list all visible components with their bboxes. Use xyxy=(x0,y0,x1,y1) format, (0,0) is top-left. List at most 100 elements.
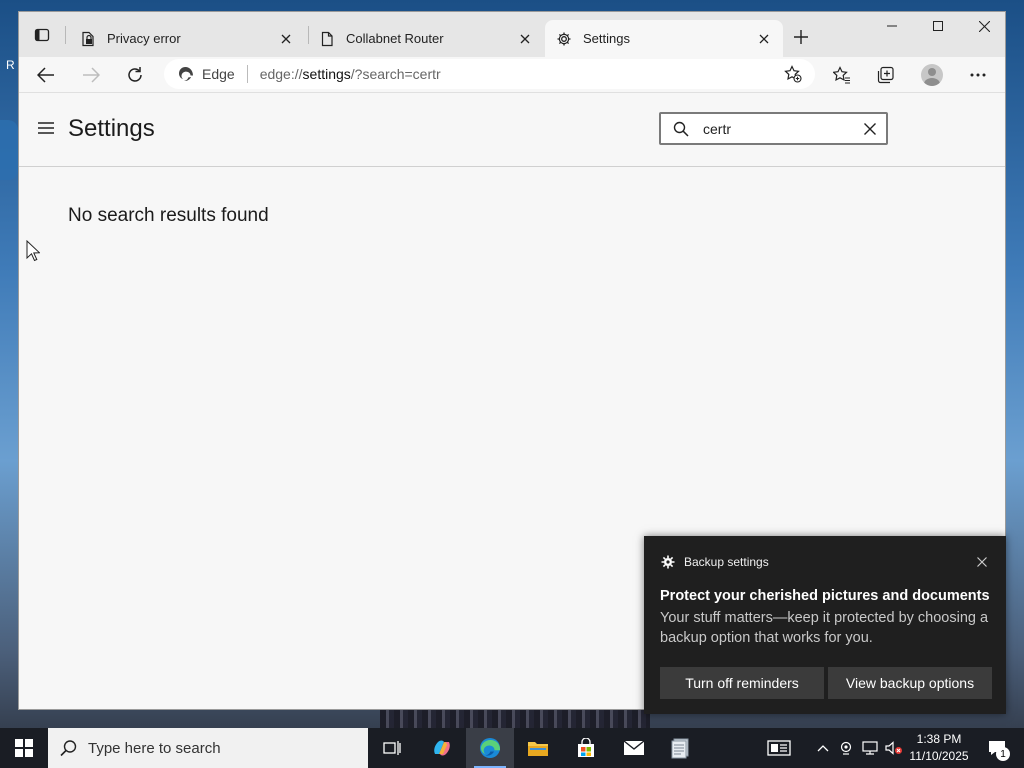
network-button[interactable] xyxy=(860,728,880,768)
toast-body: Your stuff matters—keep it protected by … xyxy=(660,610,989,646)
minimize-button[interactable] xyxy=(869,12,915,40)
news-widget-button[interactable] xyxy=(762,728,796,768)
tab-label: Settings xyxy=(583,31,630,46)
app-taskbar-button[interactable] xyxy=(656,728,704,768)
site-identity-label: Edge xyxy=(202,66,235,82)
settings-and-more-button[interactable] xyxy=(963,60,993,90)
action-center-button[interactable]: 1 xyxy=(980,728,1014,768)
close-tab-icon[interactable] xyxy=(516,30,534,48)
new-tab-button[interactable] xyxy=(789,25,813,49)
close-tab-icon[interactable] xyxy=(755,30,773,48)
search-input[interactable] xyxy=(703,120,853,137)
close-window-button[interactable] xyxy=(961,12,1005,40)
page-icon xyxy=(318,30,336,48)
toast-close-button[interactable] xyxy=(974,554,990,570)
close-icon xyxy=(977,557,987,567)
clock-date: 11/10/2025 xyxy=(909,749,969,763)
forward-arrow-icon xyxy=(83,67,100,83)
gear-icon xyxy=(660,554,676,570)
windows-logo-icon xyxy=(15,739,33,757)
tab-label: Privacy error xyxy=(107,31,181,46)
refresh-button[interactable] xyxy=(120,60,150,90)
mouse-cursor-icon xyxy=(26,240,40,262)
avatar xyxy=(921,64,943,86)
turn-off-reminders-button[interactable]: Turn off reminders xyxy=(660,667,824,699)
tray-device-icon-button[interactable] xyxy=(837,728,855,768)
empty-state-message: No search results found xyxy=(68,205,269,226)
more-dots-icon xyxy=(970,73,986,77)
webcam-icon xyxy=(840,741,852,755)
file-explorer-taskbar-button[interactable] xyxy=(514,728,562,768)
settings-search-box[interactable] xyxy=(659,112,888,145)
url-path: /?search=certr xyxy=(350,66,441,82)
view-backup-options-button[interactable]: View backup options xyxy=(828,667,992,699)
desktop-wallpaper-detail xyxy=(380,708,650,730)
task-view-icon xyxy=(383,741,401,755)
mail-taskbar-button[interactable] xyxy=(610,728,658,768)
close-tab-icon[interactable] xyxy=(277,30,295,48)
notification-count-badge: 1 xyxy=(996,747,1010,761)
star-add-icon xyxy=(784,65,802,83)
refresh-icon xyxy=(128,67,142,82)
edge-logo-icon xyxy=(480,738,500,758)
url-host: settings xyxy=(302,66,351,82)
taskbar-search-box[interactable]: Type here to search xyxy=(48,728,368,768)
plus-icon xyxy=(794,30,808,44)
browser-toolbar: Edge edge://settings/?search=certr xyxy=(19,57,1005,92)
back-arrow-icon xyxy=(37,67,54,83)
close-icon xyxy=(978,20,990,32)
gear-icon xyxy=(555,30,573,48)
edge-logo-icon xyxy=(176,64,196,84)
tab-collabnet-router[interactable]: Collabnet Router xyxy=(308,20,544,57)
close-icon xyxy=(864,122,876,135)
tab-privacy-error[interactable]: Privacy error xyxy=(69,20,305,57)
tab-actions-button[interactable] xyxy=(29,24,55,46)
hamburger-icon xyxy=(38,122,54,134)
network-icon xyxy=(862,741,878,755)
forward-button[interactable] xyxy=(76,60,106,90)
page-title: Settings xyxy=(68,115,155,142)
start-button[interactable] xyxy=(0,728,48,768)
clock-time: 1:38 PM xyxy=(916,732,962,746)
collections-button[interactable] xyxy=(871,60,901,90)
backup-toast-notification: Backup settings Protect your cherished p… xyxy=(644,536,1006,714)
documents-stack-icon xyxy=(671,738,689,759)
volume-button[interactable] xyxy=(884,728,904,768)
taskbar: Type here to search 1:38 PM 11/10/2025 1 xyxy=(0,728,1024,768)
news-icon xyxy=(767,740,791,756)
url-scheme: edge:// xyxy=(259,66,303,82)
back-button[interactable] xyxy=(31,60,61,90)
maximize-button[interactable] xyxy=(915,12,961,40)
mail-icon xyxy=(623,740,645,755)
toast-title: Protect your cherished pictures and docu… xyxy=(660,588,990,604)
favorites-star-icon xyxy=(833,66,850,84)
toast-header: Backup settings xyxy=(660,554,769,570)
taskbar-clock[interactable]: 1:38 PM 11/10/2025 xyxy=(904,731,974,765)
copilot-icon xyxy=(434,740,450,756)
desktop-icon[interactable] xyxy=(0,120,18,180)
tab-label: Collabnet Router xyxy=(346,31,444,46)
header-divider xyxy=(19,166,1005,167)
copilot-taskbar-button[interactable] xyxy=(418,728,466,768)
tab-divider xyxy=(65,26,66,44)
profile-button[interactable] xyxy=(917,60,947,90)
task-view-button[interactable] xyxy=(368,728,416,768)
desktop-icon-label: R xyxy=(6,58,15,72)
search-icon xyxy=(58,737,80,759)
volume-muted-icon xyxy=(885,741,902,755)
microsoft-store-taskbar-button[interactable] xyxy=(562,728,610,768)
chevron-up-icon xyxy=(817,745,829,752)
hamburger-menu-button[interactable] xyxy=(37,121,57,137)
tab-settings[interactable]: Settings xyxy=(545,20,783,57)
lock-page-icon xyxy=(79,30,97,48)
minimize-icon xyxy=(887,25,897,27)
toast-app-name: Backup settings xyxy=(684,555,769,569)
maximize-icon xyxy=(933,21,943,31)
address-bar[interactable]: Edge edge://settings/?search=certr xyxy=(164,59,815,89)
clear-search-button[interactable] xyxy=(860,119,880,139)
add-favorite-button[interactable] xyxy=(783,64,803,84)
favorites-button[interactable] xyxy=(827,60,857,90)
edge-taskbar-button[interactable] xyxy=(466,728,514,768)
taskbar-search-placeholder: Type here to search xyxy=(88,739,221,757)
show-hidden-icons-button[interactable] xyxy=(814,728,832,768)
